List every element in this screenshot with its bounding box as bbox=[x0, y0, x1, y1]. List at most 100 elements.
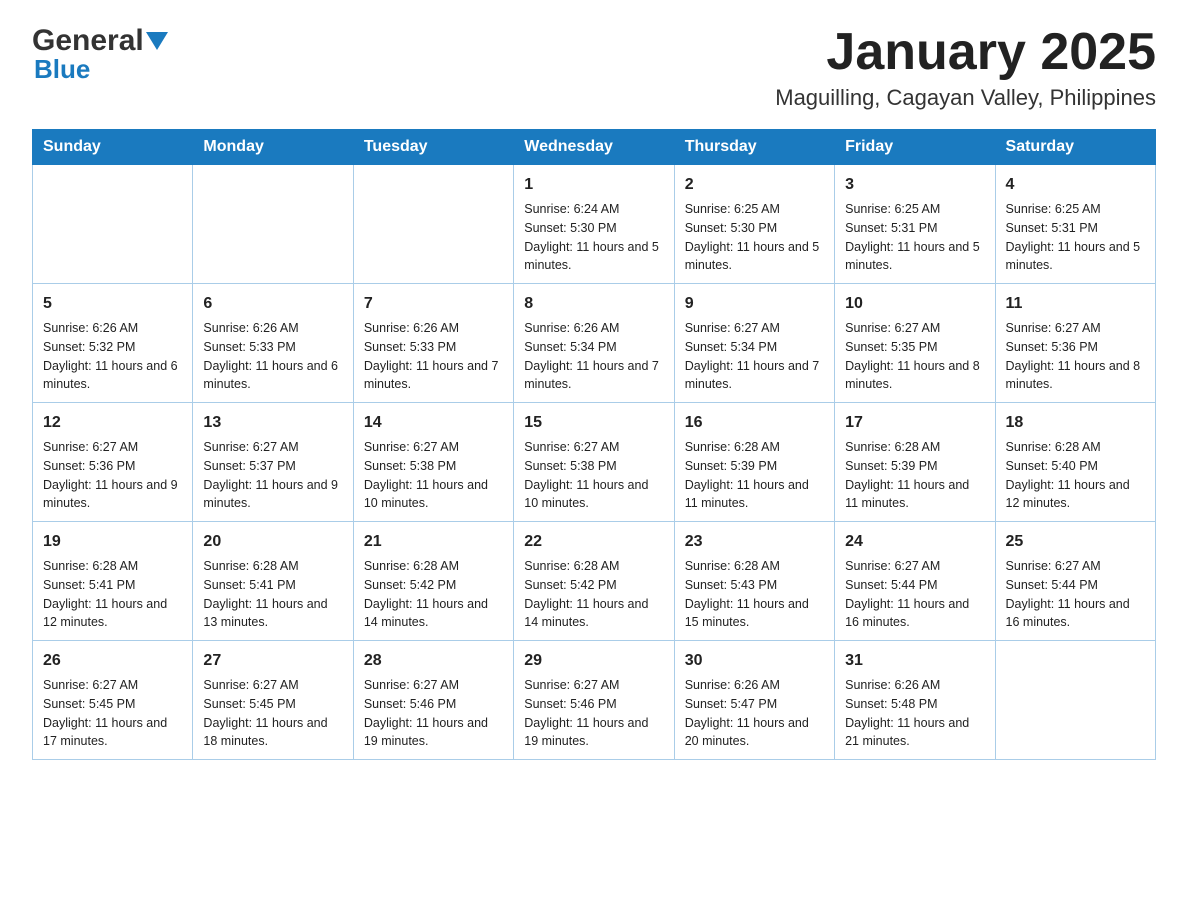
day-info: Sunrise: 6:26 AMSunset: 5:33 PMDaylight:… bbox=[203, 319, 342, 394]
day-info: Sunrise: 6:27 AMSunset: 5:46 PMDaylight:… bbox=[364, 676, 503, 751]
day-number: 23 bbox=[685, 530, 824, 554]
day-number: 22 bbox=[524, 530, 663, 554]
calendar-cell: 17Sunrise: 6:28 AMSunset: 5:39 PMDayligh… bbox=[835, 403, 995, 522]
calendar-cell: 18Sunrise: 6:28 AMSunset: 5:40 PMDayligh… bbox=[995, 403, 1155, 522]
day-number: 20 bbox=[203, 530, 342, 554]
calendar-table: SundayMondayTuesdayWednesdayThursdayFrid… bbox=[32, 129, 1156, 760]
day-number: 25 bbox=[1006, 530, 1145, 554]
day-number: 26 bbox=[43, 649, 182, 673]
day-info: Sunrise: 6:28 AMSunset: 5:41 PMDaylight:… bbox=[203, 557, 342, 632]
day-info: Sunrise: 6:28 AMSunset: 5:39 PMDaylight:… bbox=[845, 438, 984, 513]
day-info: Sunrise: 6:26 AMSunset: 5:32 PMDaylight:… bbox=[43, 319, 182, 394]
day-number: 24 bbox=[845, 530, 984, 554]
calendar-body: 1 Sunrise: 6:24 AMSunset: 5:30 PMDaylight… bbox=[33, 165, 1156, 760]
day-number: 14 bbox=[364, 411, 503, 435]
calendar-cell: 19 Sunrise: 6:28 AMSunset: 5:41 PMDayligh… bbox=[33, 522, 193, 641]
day-number: 31 bbox=[845, 649, 984, 673]
day-number: 5 bbox=[43, 292, 182, 316]
day-number: 27 bbox=[203, 649, 342, 673]
calendar-cell: 2 Sunrise: 6:25 AMSunset: 5:30 PMDaylight… bbox=[674, 165, 834, 284]
calendar-cell: 26 Sunrise: 6:27 AMSunset: 5:45 PMDayligh… bbox=[33, 641, 193, 760]
day-number: 30 bbox=[685, 649, 824, 673]
day-info: Sunrise: 6:28 AMSunset: 5:41 PMDaylight:… bbox=[43, 557, 182, 632]
calendar-cell: 9 Sunrise: 6:27 AMSunset: 5:34 PMDaylight… bbox=[674, 284, 834, 403]
calendar-cell bbox=[33, 165, 193, 284]
calendar-header: SundayMondayTuesdayWednesdayThursdayFrid… bbox=[33, 130, 1156, 165]
day-info: Sunrise: 6:27 AMSunset: 5:36 PMDaylight:… bbox=[43, 438, 182, 513]
day-info: Sunrise: 6:27 AMSunset: 5:44 PMDaylight:… bbox=[845, 557, 984, 632]
page-header: General Blue January 2025 Maguilling, Ca… bbox=[32, 24, 1156, 111]
day-number: 28 bbox=[364, 649, 503, 673]
calendar-week-row: 19 Sunrise: 6:28 AMSunset: 5:41 PMDayligh… bbox=[33, 522, 1156, 641]
calendar-cell: 15Sunrise: 6:27 AMSunset: 5:38 PMDayligh… bbox=[514, 403, 674, 522]
logo-blue-text: Blue bbox=[34, 54, 168, 85]
day-info: Sunrise: 6:28 AMSunset: 5:40 PMDaylight:… bbox=[1006, 438, 1145, 513]
day-number: 7 bbox=[364, 292, 503, 316]
logo: General Blue bbox=[32, 24, 168, 85]
day-info: Sunrise: 6:25 AMSunset: 5:31 PMDaylight:… bbox=[1006, 200, 1145, 275]
day-info: Sunrise: 6:25 AMSunset: 5:30 PMDaylight:… bbox=[685, 200, 824, 275]
weekday-header-sunday: Sunday bbox=[33, 130, 193, 165]
day-info: Sunrise: 6:27 AMSunset: 5:35 PMDaylight:… bbox=[845, 319, 984, 394]
day-number: 16 bbox=[685, 411, 824, 435]
calendar-cell: 12Sunrise: 6:27 AMSunset: 5:36 PMDayligh… bbox=[33, 403, 193, 522]
day-number: 15 bbox=[524, 411, 663, 435]
day-number: 10 bbox=[845, 292, 984, 316]
calendar-cell: 10 Sunrise: 6:27 AMSunset: 5:35 PMDayligh… bbox=[835, 284, 995, 403]
day-number: 2 bbox=[685, 173, 824, 197]
day-info: Sunrise: 6:28 AMSunset: 5:43 PMDaylight:… bbox=[685, 557, 824, 632]
weekday-header-thursday: Thursday bbox=[674, 130, 834, 165]
day-info: Sunrise: 6:28 AMSunset: 5:42 PMDaylight:… bbox=[524, 557, 663, 632]
day-number: 13 bbox=[203, 411, 342, 435]
day-info: Sunrise: 6:26 AMSunset: 5:47 PMDaylight:… bbox=[685, 676, 824, 751]
weekday-header-friday: Friday bbox=[835, 130, 995, 165]
header-row: SundayMondayTuesdayWednesdayThursdayFrid… bbox=[33, 130, 1156, 165]
location-subtitle: Maguilling, Cagayan Valley, Philippines bbox=[775, 85, 1156, 111]
calendar-cell: 5 Sunrise: 6:26 AMSunset: 5:32 PMDaylight… bbox=[33, 284, 193, 403]
calendar-cell: 24 Sunrise: 6:27 AMSunset: 5:44 PMDayligh… bbox=[835, 522, 995, 641]
calendar-week-row: 12Sunrise: 6:27 AMSunset: 5:36 PMDayligh… bbox=[33, 403, 1156, 522]
day-info: Sunrise: 6:24 AMSunset: 5:30 PMDaylight:… bbox=[524, 200, 663, 275]
calendar-cell: 23 Sunrise: 6:28 AMSunset: 5:43 PMDayligh… bbox=[674, 522, 834, 641]
day-info: Sunrise: 6:27 AMSunset: 5:34 PMDaylight:… bbox=[685, 319, 824, 394]
day-info: Sunrise: 6:26 AMSunset: 5:33 PMDaylight:… bbox=[364, 319, 503, 394]
day-info: Sunrise: 6:26 AMSunset: 5:34 PMDaylight:… bbox=[524, 319, 663, 394]
calendar-cell: 1 Sunrise: 6:24 AMSunset: 5:30 PMDaylight… bbox=[514, 165, 674, 284]
calendar-cell: 27Sunrise: 6:27 AMSunset: 5:45 PMDayligh… bbox=[193, 641, 353, 760]
weekday-header-wednesday: Wednesday bbox=[514, 130, 674, 165]
calendar-cell: 13 Sunrise: 6:27 AMSunset: 5:37 PMDayligh… bbox=[193, 403, 353, 522]
calendar-cell: 25Sunrise: 6:27 AMSunset: 5:44 PMDayligh… bbox=[995, 522, 1155, 641]
day-number: 1 bbox=[524, 173, 663, 197]
weekday-header-tuesday: Tuesday bbox=[353, 130, 513, 165]
calendar-cell: 21Sunrise: 6:28 AMSunset: 5:42 PMDayligh… bbox=[353, 522, 513, 641]
calendar-week-row: 26 Sunrise: 6:27 AMSunset: 5:45 PMDayligh… bbox=[33, 641, 1156, 760]
day-number: 4 bbox=[1006, 173, 1145, 197]
day-info: Sunrise: 6:28 AMSunset: 5:42 PMDaylight:… bbox=[364, 557, 503, 632]
calendar-cell: 7 Sunrise: 6:26 AMSunset: 5:33 PMDaylight… bbox=[353, 284, 513, 403]
calendar-cell: 29 Sunrise: 6:27 AMSunset: 5:46 PMDayligh… bbox=[514, 641, 674, 760]
day-number: 9 bbox=[685, 292, 824, 316]
day-info: Sunrise: 6:27 AMSunset: 5:37 PMDaylight:… bbox=[203, 438, 342, 513]
day-number: 6 bbox=[203, 292, 342, 316]
day-number: 8 bbox=[524, 292, 663, 316]
calendar-cell: 31 Sunrise: 6:26 AMSunset: 5:48 PMDayligh… bbox=[835, 641, 995, 760]
day-info: Sunrise: 6:27 AMSunset: 5:45 PMDaylight:… bbox=[43, 676, 182, 751]
calendar-cell: 6 Sunrise: 6:26 AMSunset: 5:33 PMDaylight… bbox=[193, 284, 353, 403]
calendar-cell: 4 Sunrise: 6:25 AMSunset: 5:31 PMDaylight… bbox=[995, 165, 1155, 284]
day-number: 29 bbox=[524, 649, 663, 673]
calendar-cell: 14Sunrise: 6:27 AMSunset: 5:38 PMDayligh… bbox=[353, 403, 513, 522]
calendar-cell bbox=[193, 165, 353, 284]
calendar-cell: 30 Sunrise: 6:26 AMSunset: 5:47 PMDayligh… bbox=[674, 641, 834, 760]
logo-arrow-icon bbox=[146, 32, 168, 54]
calendar-cell: 22 Sunrise: 6:28 AMSunset: 5:42 PMDayligh… bbox=[514, 522, 674, 641]
day-info: Sunrise: 6:26 AMSunset: 5:48 PMDaylight:… bbox=[845, 676, 984, 751]
calendar-cell: 20 Sunrise: 6:28 AMSunset: 5:41 PMDayligh… bbox=[193, 522, 353, 641]
day-info: Sunrise: 6:27 AMSunset: 5:46 PMDaylight:… bbox=[524, 676, 663, 751]
day-number: 19 bbox=[43, 530, 182, 554]
day-number: 3 bbox=[845, 173, 984, 197]
calendar-cell: 3Sunrise: 6:25 AMSunset: 5:31 PMDaylight… bbox=[835, 165, 995, 284]
day-number: 11 bbox=[1006, 292, 1145, 316]
weekday-header-monday: Monday bbox=[193, 130, 353, 165]
calendar-cell: 8 Sunrise: 6:26 AMSunset: 5:34 PMDaylight… bbox=[514, 284, 674, 403]
logo-general-text: General bbox=[32, 24, 144, 58]
